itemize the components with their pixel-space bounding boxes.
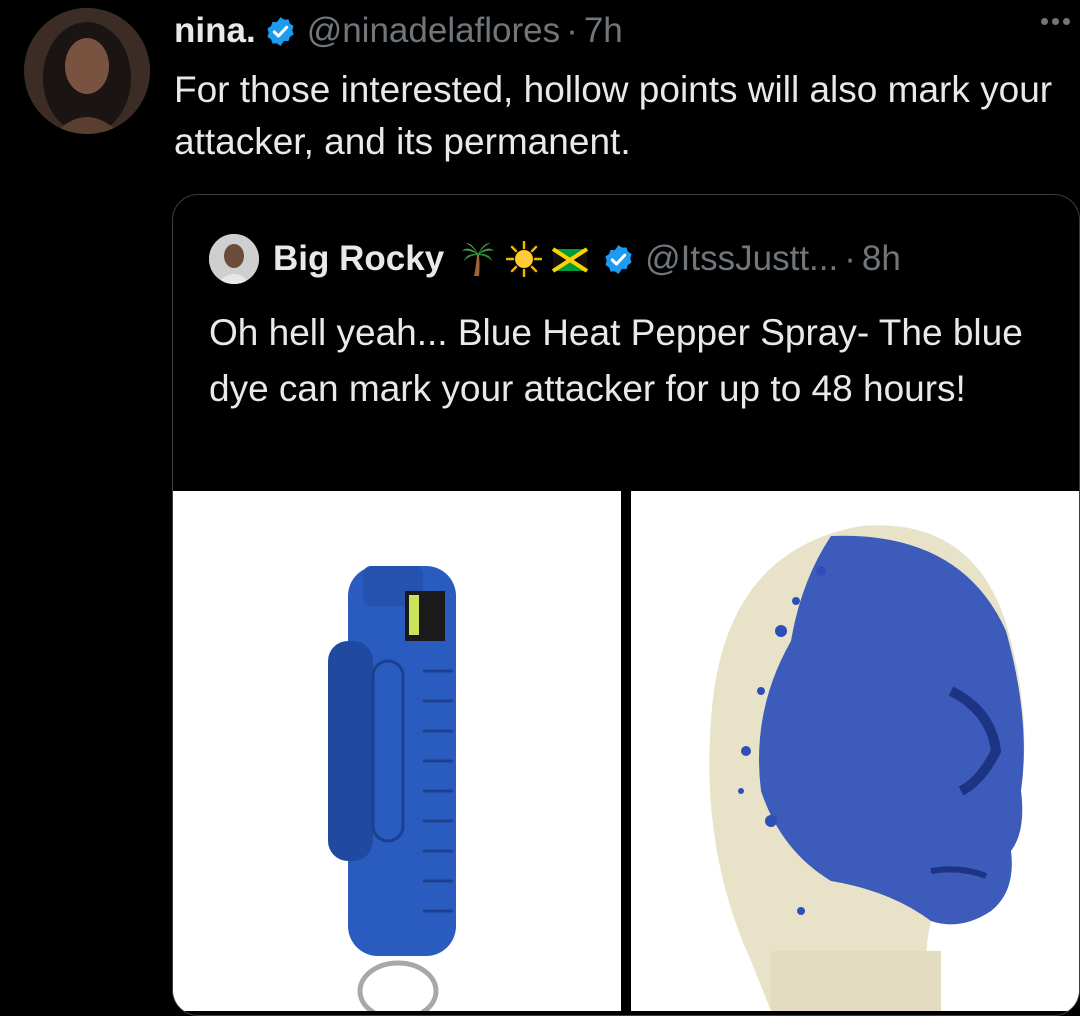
quoted-timestamp[interactable]: 8h: [862, 239, 901, 279]
quoted-tweet-text: Oh hell yeah... Blue Heat Pepper Spray- …: [209, 312, 1023, 409]
display-name[interactable]: nina.: [174, 11, 256, 51]
tweet-header: nina. @ninadelaflores · 7h: [174, 8, 623, 54]
quoted-separator: ·: [844, 239, 856, 278]
separator: ·: [566, 11, 578, 50]
tweet-text: For those interested, hollow points will…: [174, 69, 1053, 162]
user-avatar-photo: [24, 8, 150, 134]
jamaica-flag-icon: [552, 241, 589, 277]
media-image-2[interactable]: [631, 491, 1079, 1011]
quoted-tweet-header: Big Rocky @ItssJustt... · 8h: [209, 231, 901, 287]
media-grid: [173, 491, 1079, 1011]
palm-tree-icon: [460, 241, 496, 277]
media-image-1[interactable]: [173, 491, 621, 1011]
quoted-avatar[interactable]: [209, 234, 259, 284]
mannequin-head-blue-dye-image: [631, 491, 1079, 1011]
quoted-handle[interactable]: @ItssJustt...: [645, 239, 838, 279]
quoted-tweet[interactable]: Big Rocky @ItssJustt... · 8h Oh hell yea…: [172, 194, 1080, 1016]
verified-badge-icon: [264, 15, 297, 48]
blue-pepper-spray-canister-image: [173, 491, 621, 1011]
quoted-verified-badge-icon: [602, 243, 635, 276]
quoted-display-name[interactable]: Big Rocky: [273, 239, 444, 279]
handle[interactable]: @ninadelaflores: [307, 11, 560, 51]
more-options-icon[interactable]: [1041, 18, 1070, 25]
sun-icon: [506, 241, 543, 277]
timestamp[interactable]: 7h: [584, 11, 623, 51]
avatar[interactable]: [24, 8, 150, 134]
